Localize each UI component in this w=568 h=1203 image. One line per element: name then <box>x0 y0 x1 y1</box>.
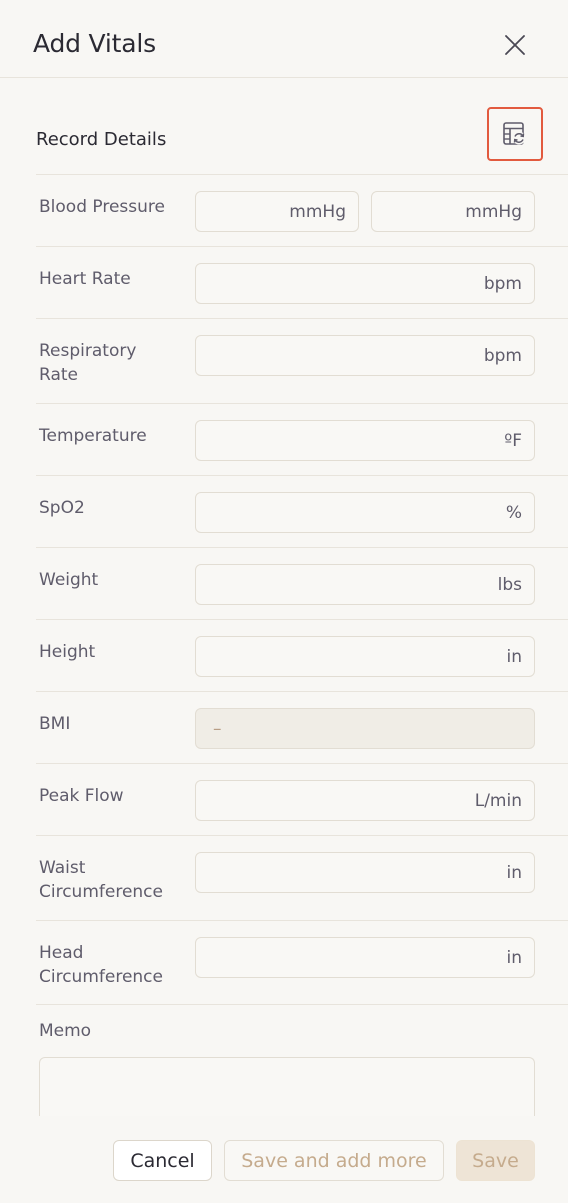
spo2-unit: % <box>505 502 522 523</box>
waist-circumference-label: Waist Circumference <box>39 858 163 902</box>
respiratory-rate-input[interactable]: bpm <box>195 335 535 376</box>
dialog-title: Add Vitals <box>33 29 156 58</box>
systolic-input[interactable]: mmHg <box>195 191 359 232</box>
vitals-form: Blood Pressure mmHg mmHg Heart Rate bpm … <box>36 174 568 1005</box>
temperature-label: Temperature <box>39 426 147 446</box>
respiratory-rate-row: Respiratory Rate bpm <box>36 318 568 403</box>
memo-label: Memo <box>39 1021 92 1041</box>
blood-pressure-row: Blood Pressure mmHg mmHg <box>36 174 568 246</box>
heart-rate-label: Heart Rate <box>39 269 131 289</box>
respiratory-rate-unit: bpm <box>483 345 522 366</box>
weight-unit: lbs <box>497 574 522 595</box>
bmi-row: BMI – <box>36 691 568 763</box>
spo2-input[interactable]: % <box>195 492 535 533</box>
temperature-input[interactable]: ºF <box>195 420 535 461</box>
save-and-add-more-button[interactable]: Save and add more <box>224 1140 444 1181</box>
waist-circumference-input[interactable]: in <box>195 852 535 893</box>
bmi-readonly-field: – <box>195 708 535 749</box>
memo-textarea[interactable] <box>39 1057 535 1117</box>
respiratory-rate-label: Respiratory Rate <box>39 341 137 385</box>
head-circumference-label: Head Circumference <box>39 943 163 987</box>
cancel-button[interactable]: Cancel <box>113 1140 212 1181</box>
spo2-row: SpO2 % <box>36 475 568 547</box>
head-circumference-input[interactable]: in <box>195 937 535 978</box>
peak-flow-label: Peak Flow <box>39 786 124 806</box>
add-vitals-dialog: Add Vitals Record Details Blood Pressure <box>0 0 568 1203</box>
close-button[interactable] <box>500 30 530 60</box>
table-refresh-icon <box>503 122 526 145</box>
close-icon <box>505 35 525 55</box>
height-unit: in <box>506 646 523 667</box>
bmi-label: BMI <box>39 714 71 734</box>
heart-rate-unit: bpm <box>483 273 522 294</box>
waist-circumference-row: Waist Circumference in <box>36 835 568 920</box>
height-input[interactable]: in <box>195 636 535 677</box>
heart-rate-input[interactable]: bpm <box>195 263 535 304</box>
diastolic-input[interactable]: mmHg <box>371 191 535 232</box>
systolic-unit: mmHg <box>289 201 346 222</box>
dialog-header: Add Vitals <box>0 0 568 78</box>
bmi-value: – <box>213 718 222 739</box>
peak-flow-unit: L/min <box>474 790 522 811</box>
peak-flow-row: Peak Flow L/min <box>36 763 568 835</box>
head-circumference-row: Head Circumference in <box>36 920 568 1005</box>
peak-flow-input[interactable]: L/min <box>195 780 535 821</box>
temperature-unit: ºF <box>504 430 522 451</box>
heart-rate-row: Heart Rate bpm <box>36 246 568 318</box>
table-refresh-button[interactable] <box>487 107 543 161</box>
temperature-row: Temperature ºF <box>36 403 568 475</box>
spo2-label: SpO2 <box>39 498 85 518</box>
diastolic-unit: mmHg <box>465 201 522 222</box>
record-details-header: Record Details <box>36 128 536 156</box>
weight-label: Weight <box>39 570 99 590</box>
weight-input[interactable]: lbs <box>195 564 535 605</box>
section-title: Record Details <box>36 129 167 150</box>
head-circumference-unit: in <box>506 947 523 968</box>
waist-circumference-unit: in <box>506 862 523 883</box>
weight-row: Weight lbs <box>36 547 568 619</box>
dialog-footer: Cancel Save and add more Save <box>0 1116 568 1203</box>
height-row: Height in <box>36 619 568 691</box>
save-button[interactable]: Save <box>456 1140 535 1181</box>
blood-pressure-label: Blood Pressure <box>39 197 165 217</box>
height-label: Height <box>39 642 96 662</box>
